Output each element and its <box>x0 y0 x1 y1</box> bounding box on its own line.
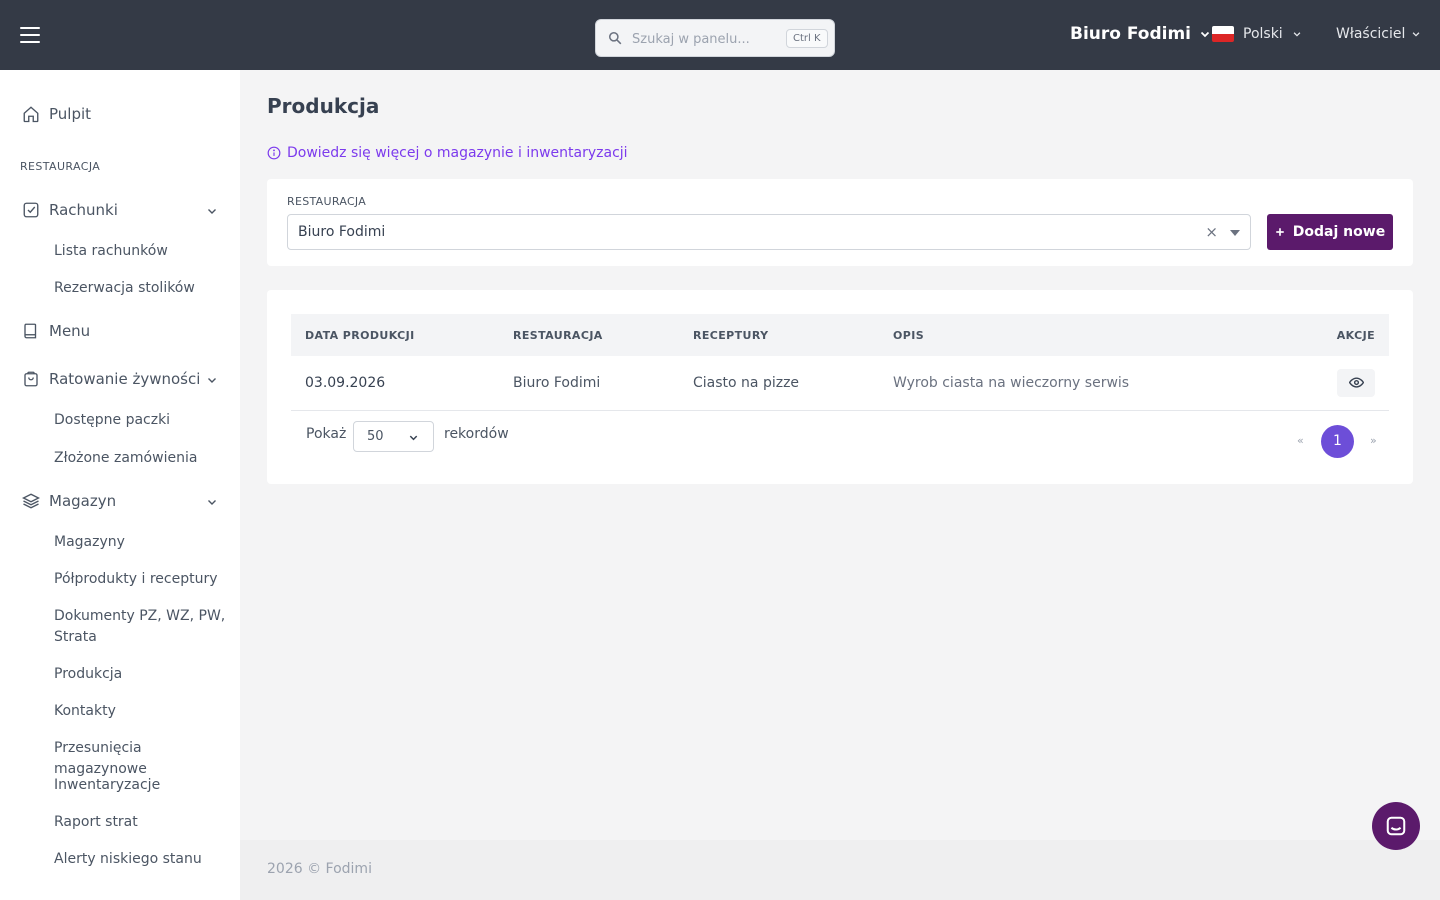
shopping-bag-icon <box>22 370 40 388</box>
top-bar: Ctrl K Biuro Fodimi Polski Właściciel <box>0 0 1440 70</box>
sidebar-item-production[interactable]: Produkcja <box>54 664 230 685</box>
search-shortcut-badge: Ctrl K <box>786 29 828 48</box>
sidebar-item-bills[interactable]: Rachunki <box>22 201 222 219</box>
chevron-down-icon <box>208 378 216 383</box>
cell-description: Wyrob ciasta na wieczorny serwis <box>879 356 1259 411</box>
eye-icon <box>1348 377 1364 388</box>
chevron-down-icon <box>1293 32 1301 37</box>
checkbox-icon <box>22 201 40 219</box>
language-label: Polski <box>1243 26 1283 42</box>
sidebar-item-label: Pulpit <box>49 105 92 123</box>
chat-icon <box>1386 816 1406 836</box>
section-label-restaurant: RESTAURACJA <box>20 160 101 173</box>
pagination-prev[interactable]: « <box>1297 434 1304 447</box>
show-label: Pokaż <box>306 426 347 442</box>
production-table-card: DATA PRODUKCJI RESTAURACJA RECEPTURY OPI… <box>267 290 1413 484</box>
restaurant-select-value: Biuro Fodimi <box>298 224 386 240</box>
column-header-description[interactable]: OPIS <box>879 314 1259 356</box>
sidebar: Pulpit RESTAURACJA Rachunki Lista rachun… <box>0 70 240 900</box>
book-icon <box>22 322 40 340</box>
sidebar-item-warehouses[interactable]: Magazyny <box>54 532 230 553</box>
records-label: rekordów <box>444 426 509 442</box>
table-row: 03.09.2026 Biuro Fodimi Ciasto na pizze … <box>291 356 1389 411</box>
cell-recipe: Ciasto na pizze <box>679 356 879 411</box>
chevron-down-icon <box>208 500 216 505</box>
column-header-recipes[interactable]: RECEPTURY <box>679 314 879 356</box>
sidebar-item-label: Menu <box>49 322 91 340</box>
info-link-text: Dowiedz się więcej o magazynie i inwenta… <box>287 145 628 161</box>
pagination-page-1[interactable]: 1 <box>1321 425 1354 458</box>
column-header-restaurant[interactable]: RESTAURACJA <box>499 314 679 356</box>
clear-selection-icon[interactable]: × <box>1205 223 1218 241</box>
page-title: Produkcja <box>267 94 380 118</box>
sidebar-item-documents[interactable]: Dokumenty PZ, WZ, PW, Strata <box>54 606 230 648</box>
sidebar-item-label: Magazyn <box>49 492 117 510</box>
sidebar-item-available-packages[interactable]: Dostępne paczki <box>54 410 230 431</box>
add-new-button[interactable]: Dodaj nowe <box>1267 214 1393 250</box>
search-box[interactable]: Ctrl K <box>595 19 835 57</box>
filter-card: RESTAURACJA Biuro Fodimi × Dodaj nowe <box>267 179 1413 266</box>
user-role: Właściciel <box>1336 26 1406 42</box>
cell-actions <box>1259 356 1389 411</box>
restaurant-filter-label: RESTAURACJA <box>287 195 367 208</box>
pagination-next[interactable]: » <box>1370 434 1377 447</box>
table-header-row: DATA PRODUKCJI RESTAURACJA RECEPTURY OPI… <box>291 314 1389 356</box>
production-table: DATA PRODUKCJI RESTAURACJA RECEPTURY OPI… <box>291 314 1389 411</box>
restaurant-name: Biuro Fodimi <box>1070 24 1192 44</box>
sidebar-item-food-rescue[interactable]: Ratowanie żywności <box>22 370 222 388</box>
sidebar-item-label: Ratowanie żywności <box>49 370 201 388</box>
per-page-select[interactable]: 50 <box>353 421 434 452</box>
plus-icon <box>1276 228 1284 236</box>
home-icon <box>22 105 40 123</box>
view-button[interactable] <box>1337 368 1375 397</box>
info-icon <box>267 146 281 160</box>
poland-flag-icon <box>1212 26 1234 42</box>
search-input[interactable] <box>632 28 782 50</box>
sidebar-item-label: Rachunki <box>49 201 118 219</box>
cell-date: 03.09.2026 <box>291 356 499 411</box>
add-new-label: Dodaj nowe <box>1292 224 1386 240</box>
restaurant-select[interactable]: Biuro Fodimi × <box>287 214 1251 250</box>
footer-copyright: 2026 © Fodimi <box>267 861 372 877</box>
chat-button[interactable] <box>1372 802 1420 850</box>
sidebar-item-menu[interactable]: Menu <box>22 322 222 340</box>
sidebar-item-warehouse[interactable]: Magazyn <box>22 492 222 510</box>
chevron-down-icon <box>1200 31 1210 38</box>
cell-restaurant: Biuro Fodimi <box>499 356 679 411</box>
language-switcher[interactable]: Polski <box>1212 26 1302 42</box>
restaurant-switcher[interactable]: Biuro Fodimi <box>1070 24 1211 44</box>
footer: 2026 © Fodimi <box>240 840 1440 900</box>
user-menu[interactable]: Właściciel <box>1336 26 1421 42</box>
sidebar-item-bills-list[interactable]: Lista rachunków <box>54 241 230 262</box>
sidebar-item-contacts[interactable]: Kontakty <box>54 701 230 722</box>
column-header-actions: AKCJE <box>1336 328 1375 342</box>
info-link[interactable]: Dowiedz się więcej o magazynie i inwenta… <box>267 145 628 161</box>
sidebar-item-inventories[interactable]: Inwentaryzacje <box>54 775 230 796</box>
chevron-down-icon <box>1413 32 1420 37</box>
column-header-date[interactable]: DATA PRODUKCJI <box>291 314 499 356</box>
search-icon <box>608 31 622 45</box>
sidebar-item-semi-products[interactable]: Półprodukty i receptury <box>54 569 230 590</box>
sidebar-item-dashboard[interactable]: Pulpit <box>22 105 222 123</box>
sidebar-item-table-reservation[interactable]: Rezerwacja stolików <box>54 278 230 299</box>
per-page-value: 50 <box>367 429 384 444</box>
chevron-down-icon <box>208 209 216 214</box>
chevron-down-icon <box>409 435 418 441</box>
menu-toggle-icon[interactable] <box>20 27 40 43</box>
sidebar-item-transfers[interactable]: Przesunięcia magazynowe <box>54 738 230 780</box>
sidebar-item-loss-report[interactable]: Raport strat <box>54 812 230 833</box>
sidebar-item-placed-orders[interactable]: Złożone zamówienia <box>54 448 230 469</box>
layers-icon <box>22 492 40 510</box>
dropdown-caret-icon <box>1230 230 1240 236</box>
sidebar-item-low-stock-alerts[interactable]: Alerty niskiego stanu <box>54 849 230 870</box>
